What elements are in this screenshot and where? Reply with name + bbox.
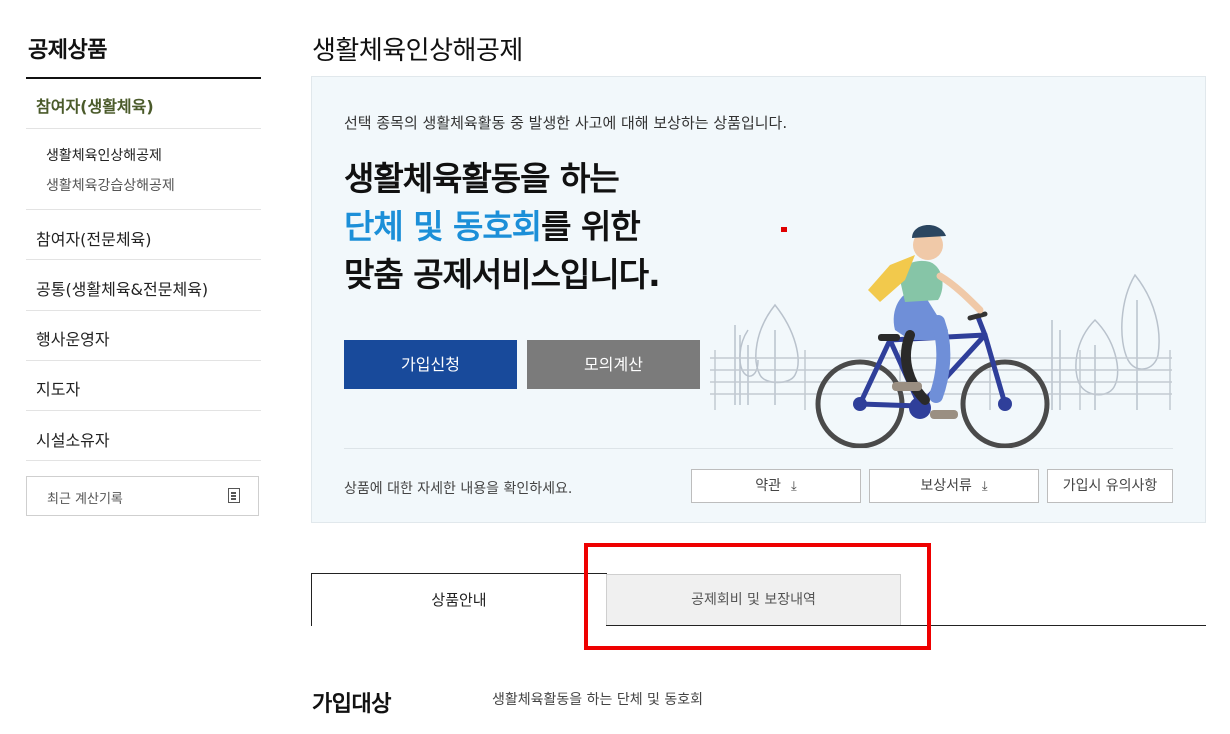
tree-right-illustration <box>1051 273 1160 410</box>
sidebar-title-divider <box>26 77 261 79</box>
sidebar-item-facility-owner[interactable]: 시설소유자 <box>36 427 110 451</box>
page-title: 생활체육인상해공제 <box>312 36 523 66</box>
tab-product-info[interactable]: 상품안내 <box>311 573 607 626</box>
sidebar-group-lifestyle-sports[interactable]: 참여자(생활체육) <box>36 93 154 117</box>
recent-calculation-label: 최근 계산기록 <box>47 492 123 507</box>
section-title: 가입대상 <box>312 692 391 717</box>
sidebar-item-event-operator[interactable]: 행사운영자 <box>36 326 110 350</box>
detail-info-text: 상품에 대한 자세한 내용을 확인하세요. <box>344 481 573 497</box>
sidebar-item-instructor[interactable]: 지도자 <box>36 376 80 400</box>
terms-download-button[interactable]: 약관 ⤓ <box>691 469 861 503</box>
download-icon: ⤓ <box>791 479 797 494</box>
sidebar-divider <box>26 128 261 129</box>
download-icon: ⤓ <box>981 479 988 494</box>
join-button[interactable]: 가입신청 <box>344 340 517 389</box>
hero-description: 선택 종목의 생활체육활동 중 발생한 사고에 대해 보상하는 상품입니다. <box>344 114 788 132</box>
sidebar-divider <box>26 259 261 260</box>
claim-documents-download-button[interactable]: 보상서류 ⤓ <box>869 469 1039 503</box>
sidebar-divider <box>26 360 261 361</box>
sidebar-item-professional[interactable]: 참여자(전문체육) <box>36 226 152 250</box>
hero-headline-line1: 생활체육활동을 하는 <box>344 159 620 198</box>
section-value: 생활체육활동을 하는 단체 및 동호회 <box>492 692 703 708</box>
sidebar-title: 공제상품 <box>28 38 107 63</box>
sidebar-subitem-lesson-injury[interactable]: 생활체육강습상해공제 <box>46 175 175 195</box>
hero-headline-line3: 맞춤 공제서비스입니다. <box>344 255 661 294</box>
terms-label: 약관 <box>755 478 781 494</box>
rider-helmet <box>912 224 946 238</box>
claim-documents-label: 보상서류 <box>920 478 972 494</box>
hero-headline-line2: 단체 및 동호회를 위한 <box>344 207 641 246</box>
hero-divider <box>344 448 1173 449</box>
join-precautions-label: 가입시 유의사항 <box>1062 478 1158 494</box>
cyclist-illustration <box>710 224 1172 449</box>
highlight-annotation-box <box>584 543 931 650</box>
sidebar-divider <box>26 310 261 311</box>
hero-headline-highlight: 단체 및 동호회 <box>344 207 542 246</box>
recent-calculation-button[interactable]: 최근 계산기록 <box>26 476 259 516</box>
sidebar-divider <box>26 410 261 411</box>
tree-left-illustration <box>734 303 799 405</box>
sidebar-divider <box>26 209 261 210</box>
simulate-button[interactable]: 모의계산 <box>527 340 700 389</box>
hero-headline-rest: 를 위한 <box>541 207 641 246</box>
sidebar-divider <box>26 460 261 461</box>
join-precautions-button[interactable]: 가입시 유의사항 <box>1047 469 1173 503</box>
document-list-icon <box>228 488 240 503</box>
sidebar-item-common[interactable]: 공통(생활체육&전문체육) <box>36 276 208 300</box>
sidebar-subitem-injury[interactable]: 생활체육인상해공제 <box>46 145 162 165</box>
